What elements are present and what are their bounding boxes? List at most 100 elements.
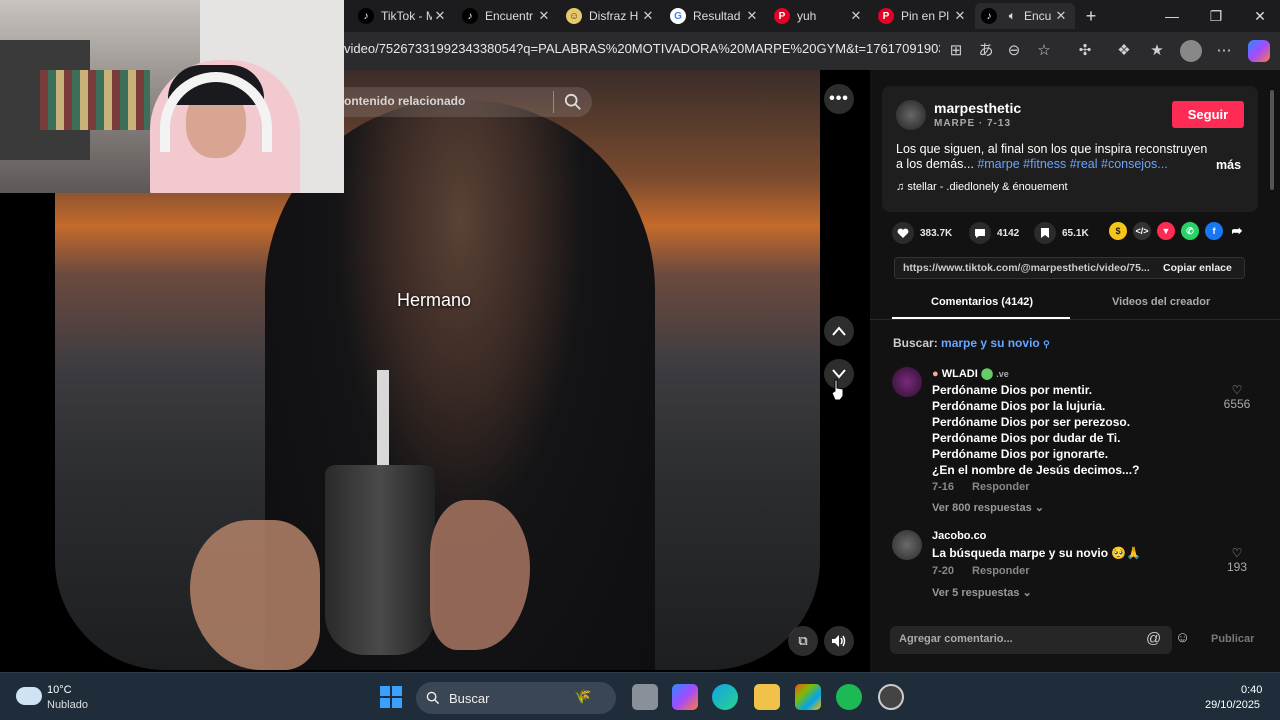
more-link[interactable]: más	[1216, 158, 1241, 172]
tab-google[interactable]: G Resultad ✕	[664, 3, 766, 29]
panel-scrollbar[interactable]	[1270, 90, 1274, 190]
favorites-icon[interactable]: ★	[1146, 40, 1168, 62]
facebook-icon[interactable]: f	[1205, 222, 1223, 240]
cloud-icon[interactable]	[16, 687, 42, 705]
task-view-icon[interactable]	[632, 684, 658, 710]
close-icon[interactable]: ✕	[848, 8, 864, 24]
view-replies-button[interactable]: Ver 800 respuestas ⌄	[932, 501, 1044, 514]
spotify-icon[interactable]	[836, 684, 862, 710]
tiktok-icon: ♪	[358, 8, 374, 24]
author-name[interactable]: marpesthetic	[934, 100, 1021, 116]
music-info[interactable]: ♫ stellar - .diedlonely & énouement	[896, 181, 1068, 193]
split-screen-icon[interactable]: ⊞	[945, 40, 967, 62]
tab-tiktok-2[interactable]: ♪ Encuentr ✕	[456, 3, 558, 29]
extensions-icon[interactable]: ✣	[1074, 40, 1096, 62]
comment-like-button[interactable]: ♡ 193	[1222, 546, 1252, 574]
previous-video-button[interactable]	[824, 316, 854, 346]
profile-avatar[interactable]	[1180, 40, 1202, 62]
performance-icon[interactable]: ❖	[1113, 40, 1135, 62]
zoom-icon[interactable]: ⊖	[1003, 40, 1025, 62]
weather-temperature[interactable]: 10°C	[47, 684, 72, 696]
comment-avatar[interactable]	[892, 367, 922, 397]
tab-tiktok-1[interactable]: ♪ TikTok - M ✕	[352, 3, 454, 29]
search-query[interactable]: marpe y su novio	[941, 336, 1040, 350]
tiktok-icon: ♪	[462, 8, 478, 24]
comment-count-button[interactable]: 4142	[969, 222, 1019, 244]
copilot-icon[interactable]	[672, 684, 698, 710]
comment-item: Jacobo.co La búsqueda marpe y su novio 🥺…	[892, 530, 1272, 600]
close-icon[interactable]: ✕	[1053, 8, 1069, 24]
close-window-button[interactable]: ✕	[1238, 0, 1280, 32]
whatsapp-icon[interactable]: ✆	[1181, 222, 1199, 240]
comment-avatar[interactable]	[892, 530, 922, 560]
search-icon	[426, 691, 440, 705]
taskbar-search[interactable]: Buscar 🌾	[416, 682, 616, 714]
copy-link-button[interactable]: Copiar enlace	[1163, 262, 1232, 274]
minimize-button[interactable]: —	[1150, 0, 1194, 32]
tiktok-send-icon[interactable]: ▼	[1157, 222, 1175, 240]
face-icon: ☺	[566, 8, 582, 24]
comment-username[interactable]: ● WLADI ⬤ .ve	[932, 367, 1009, 380]
publish-button[interactable]: Publicar	[1211, 633, 1254, 645]
tab-pinterest-1[interactable]: P yuh ✕	[768, 3, 870, 29]
related-search-box[interactable]: ontenido relacionado	[330, 87, 592, 117]
search-divider	[553, 91, 554, 113]
comment-input[interactable]: Agregar comentario...	[890, 626, 1172, 654]
description-hashtags[interactable]: #marpe #fitness #real #consejos...	[977, 157, 1167, 171]
translate-icon[interactable]: あ	[975, 40, 997, 62]
share-arrow-icon[interactable]: ➦	[1228, 222, 1246, 240]
maximize-button[interactable]: ❐	[1194, 0, 1238, 32]
save-button[interactable]: 65.1K	[1034, 222, 1089, 244]
tab-creator-videos[interactable]: Videos del creador	[1112, 296, 1210, 308]
reply-button[interactable]: Responder	[972, 481, 1029, 493]
url-field[interactable]: video/7526733199234338054?q=PALABRAS%20M…	[344, 41, 940, 56]
new-tab-button[interactable]: +	[1080, 0, 1102, 32]
tab-comments[interactable]: Comentarios (4142)	[931, 296, 1033, 308]
mention-icon[interactable]: @	[1146, 630, 1161, 647]
comment-search-suggestion[interactable]: Buscar: marpe y su novio ⚲	[893, 336, 1050, 350]
store-icon[interactable]	[795, 684, 821, 710]
close-icon[interactable]: ✕	[640, 8, 656, 24]
speaker-icon[interactable]: 🔈︎	[1004, 8, 1020, 24]
coin-share-icon[interactable]: $	[1109, 222, 1127, 240]
windows-start-icon[interactable]	[380, 686, 402, 708]
mate-straw	[377, 370, 389, 470]
video-link[interactable]: https://www.tiktok.com/@marpesthetic/vid…	[903, 262, 1158, 274]
tab-disfraz[interactable]: ☺ Disfraz H ✕	[560, 3, 662, 29]
obs-icon[interactable]	[878, 684, 904, 710]
clock-time[interactable]: 0:40	[1241, 684, 1262, 696]
weather-description[interactable]: Nublado	[47, 699, 88, 711]
music-note-icon: ♫	[896, 181, 905, 193]
related-search-placeholder: ontenido relacionado	[344, 94, 466, 108]
favorite-star-icon[interactable]: ☆	[1033, 40, 1055, 62]
like-button[interactable]: 383.7K	[892, 222, 952, 244]
embed-code-icon[interactable]: </>	[1133, 222, 1151, 240]
reply-button[interactable]: Responder	[972, 565, 1029, 577]
close-icon[interactable]: ✕	[744, 8, 760, 24]
more-menu-icon[interactable]: ⋯	[1213, 40, 1235, 62]
emoji-icon: 🥺🙏	[1111, 546, 1142, 560]
bookmark-icon	[1034, 222, 1056, 244]
edge-icon[interactable]	[712, 684, 738, 710]
comment-like-count: 6556	[1223, 397, 1251, 411]
webcam-overlay	[0, 0, 344, 193]
tab-pinterest-2[interactable]: P Pin en Pl ✕	[872, 3, 974, 29]
copilot-icon[interactable]	[1248, 40, 1270, 62]
volume-button[interactable]	[824, 626, 854, 656]
tab-active-tiktok[interactable]: ♪ 🔈︎ Encu ✕	[975, 3, 1075, 29]
picture-in-picture-button[interactable]: ⧉	[788, 626, 818, 656]
author-avatar[interactable]	[896, 100, 926, 130]
view-replies-button[interactable]: Ver 5 respuestas ⌄	[932, 586, 1032, 599]
clock-date[interactable]: 29/10/2025	[1205, 699, 1260, 711]
comment-like-button[interactable]: ♡ 6556	[1222, 383, 1252, 411]
comment-username[interactable]: Jacobo.co	[932, 530, 986, 542]
follow-button[interactable]: Seguir	[1172, 101, 1244, 128]
search-icon[interactable]	[564, 93, 582, 111]
close-icon[interactable]: ✕	[536, 8, 552, 24]
emoji-picker-icon[interactable]: ☺	[1175, 629, 1190, 646]
file-explorer-icon[interactable]	[754, 684, 780, 710]
more-options-button[interactable]: •••	[824, 84, 854, 114]
pinterest-icon: P	[878, 8, 894, 24]
close-icon[interactable]: ✕	[432, 8, 448, 24]
close-icon[interactable]: ✕	[952, 8, 968, 24]
